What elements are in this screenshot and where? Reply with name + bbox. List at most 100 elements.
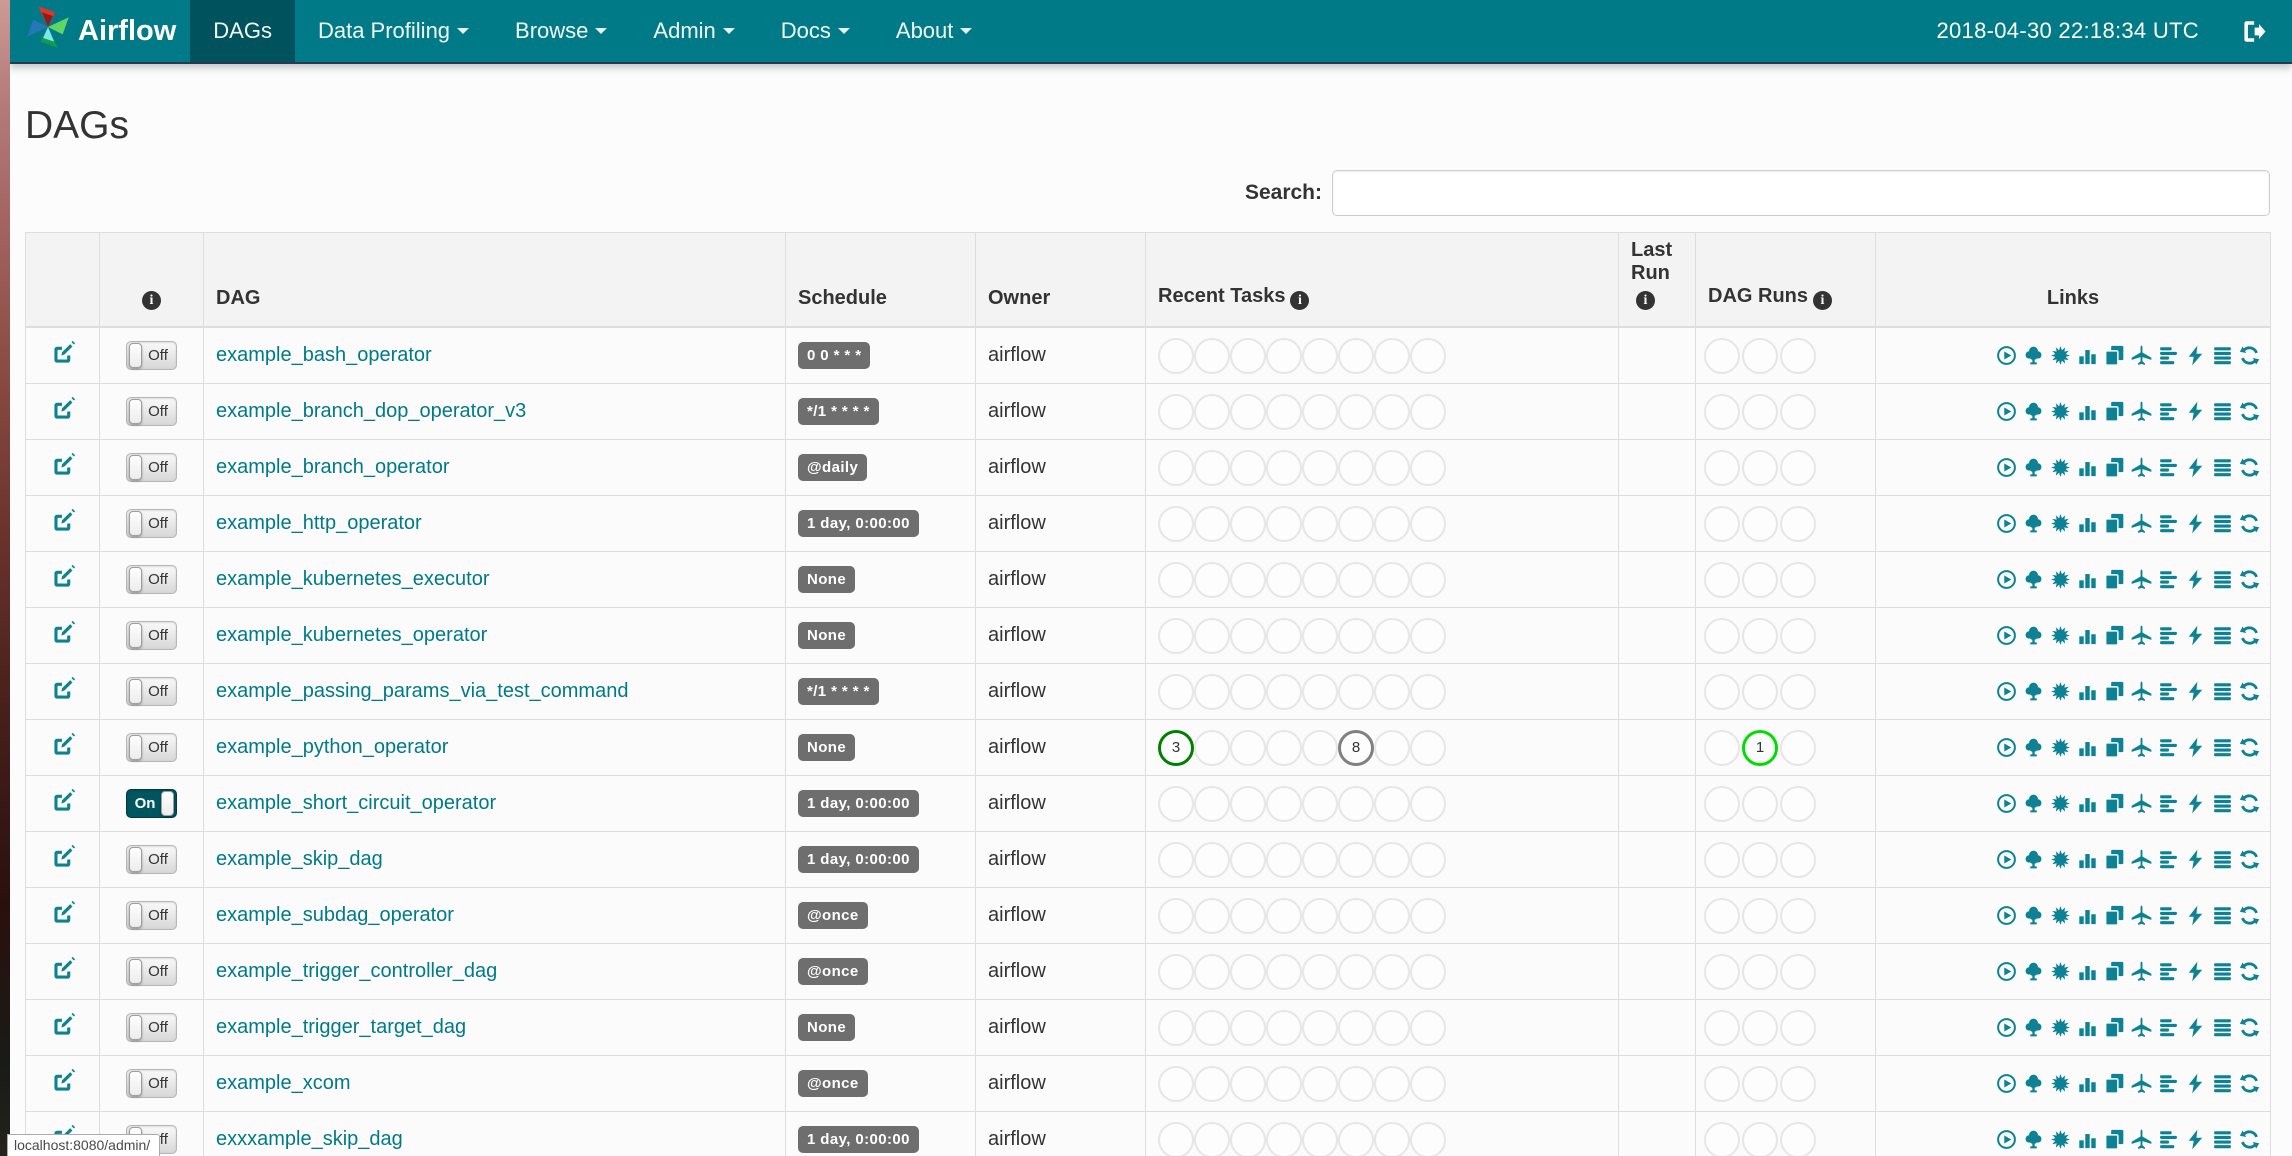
- task-tries-icon[interactable]: [2104, 1073, 2125, 1095]
- code-view-icon[interactable]: [2185, 1017, 2206, 1038]
- task-tries-icon[interactable]: [2104, 625, 2125, 647]
- edit-dag-icon[interactable]: [50, 1012, 76, 1038]
- task-duration-icon[interactable]: [2077, 401, 2098, 422]
- refresh-icon[interactable]: [2239, 681, 2260, 702]
- task-tries-icon[interactable]: [2104, 513, 2125, 535]
- landing-times-icon[interactable]: [2131, 737, 2152, 758]
- refresh-icon[interactable]: [2239, 625, 2260, 646]
- brand-link[interactable]: Airflow: [10, 0, 190, 62]
- dag-link[interactable]: example_subdag_operator: [216, 904, 454, 926]
- refresh-icon[interactable]: [2239, 737, 2260, 758]
- refresh-icon[interactable]: [2239, 1073, 2260, 1094]
- gantt-view-icon[interactable]: [2158, 737, 2179, 758]
- task-duration-icon[interactable]: [2077, 1017, 2098, 1038]
- gantt-view-icon[interactable]: [2158, 457, 2179, 478]
- task-duration-icon[interactable]: [2077, 681, 2098, 702]
- trigger-dag-icon[interactable]: [1996, 1017, 2017, 1038]
- graph-view-icon[interactable]: [2050, 569, 2071, 590]
- logs-icon[interactable]: [2212, 1017, 2233, 1038]
- logs-icon[interactable]: [2212, 737, 2233, 758]
- task-duration-icon[interactable]: [2077, 457, 2098, 478]
- dag-link[interactable]: example_trigger_controller_dag: [216, 960, 497, 982]
- edit-dag-icon[interactable]: [50, 508, 76, 534]
- dag-link[interactable]: example_branch_dop_operator_v3: [216, 400, 526, 422]
- trigger-dag-icon[interactable]: [1996, 681, 2017, 702]
- code-view-icon[interactable]: [2185, 513, 2206, 534]
- gantt-view-icon[interactable]: [2158, 793, 2179, 814]
- landing-times-icon[interactable]: [2131, 961, 2152, 982]
- dag-pause-toggle[interactable]: Off: [126, 677, 177, 706]
- trigger-dag-icon[interactable]: [1996, 457, 2017, 478]
- edit-dag-icon[interactable]: [50, 1068, 76, 1094]
- landing-times-icon[interactable]: [2131, 625, 2152, 646]
- edit-dag-icon[interactable]: [50, 900, 76, 926]
- dag-link[interactable]: example_trigger_target_dag: [216, 1016, 466, 1038]
- edit-dag-icon[interactable]: [50, 788, 76, 814]
- dag-run-state-circle[interactable]: 1: [1742, 729, 1778, 766]
- gantt-view-icon[interactable]: [2158, 1129, 2179, 1150]
- edit-dag-icon[interactable]: [50, 676, 76, 702]
- tree-view-icon[interactable]: [2023, 905, 2044, 926]
- code-view-icon[interactable]: [2185, 793, 2206, 814]
- task-duration-icon[interactable]: [2077, 849, 2098, 870]
- logs-icon[interactable]: [2212, 1073, 2233, 1094]
- refresh-icon[interactable]: [2239, 905, 2260, 926]
- refresh-icon[interactable]: [2239, 569, 2260, 590]
- dag-pause-toggle[interactable]: Off: [126, 397, 177, 426]
- landing-times-icon[interactable]: [2131, 569, 2152, 590]
- refresh-icon[interactable]: [2239, 457, 2260, 478]
- tree-view-icon[interactable]: [2023, 961, 2044, 982]
- trigger-dag-icon[interactable]: [1996, 1129, 2017, 1150]
- trigger-dag-icon[interactable]: [1996, 905, 2017, 926]
- dag-link[interactable]: example_http_operator: [216, 512, 422, 534]
- code-view-icon[interactable]: [2185, 961, 2206, 982]
- task-tries-icon[interactable]: [2104, 849, 2125, 871]
- search-input[interactable]: [1332, 170, 2270, 216]
- trigger-dag-icon[interactable]: [1996, 513, 2017, 534]
- nav-item-about[interactable]: About: [873, 0, 996, 62]
- task-tries-icon[interactable]: [2104, 1017, 2125, 1039]
- edit-dag-icon[interactable]: [50, 732, 76, 758]
- tree-view-icon[interactable]: [2023, 569, 2044, 590]
- landing-times-icon[interactable]: [2131, 457, 2152, 478]
- trigger-dag-icon[interactable]: [1996, 401, 2017, 422]
- tree-view-icon[interactable]: [2023, 793, 2044, 814]
- refresh-icon[interactable]: [2239, 1017, 2260, 1038]
- landing-times-icon[interactable]: [2131, 1073, 2152, 1094]
- task-duration-icon[interactable]: [2077, 513, 2098, 534]
- task-duration-icon[interactable]: [2077, 1129, 2098, 1150]
- dag-pause-toggle[interactable]: Off: [126, 901, 177, 930]
- code-view-icon[interactable]: [2185, 625, 2206, 646]
- tree-view-icon[interactable]: [2023, 625, 2044, 646]
- task-duration-icon[interactable]: [2077, 961, 2098, 982]
- graph-view-icon[interactable]: [2050, 793, 2071, 814]
- logs-icon[interactable]: [2212, 513, 2233, 534]
- tree-view-icon[interactable]: [2023, 1017, 2044, 1038]
- task-duration-icon[interactable]: [2077, 1073, 2098, 1094]
- gantt-view-icon[interactable]: [2158, 625, 2179, 646]
- dag-link[interactable]: exxxample_skip_dag: [216, 1128, 403, 1150]
- dag-pause-toggle[interactable]: Off: [126, 1013, 177, 1042]
- code-view-icon[interactable]: [2185, 457, 2206, 478]
- gantt-view-icon[interactable]: [2158, 1073, 2179, 1094]
- code-view-icon[interactable]: [2185, 681, 2206, 702]
- recent-task-state-circle[interactable]: 8: [1338, 729, 1374, 766]
- dag-link[interactable]: example_branch_operator: [216, 456, 450, 478]
- code-view-icon[interactable]: [2185, 849, 2206, 870]
- tree-view-icon[interactable]: [2023, 737, 2044, 758]
- tree-view-icon[interactable]: [2023, 1129, 2044, 1150]
- tree-view-icon[interactable]: [2023, 401, 2044, 422]
- trigger-dag-icon[interactable]: [1996, 569, 2017, 590]
- landing-times-icon[interactable]: [2131, 793, 2152, 814]
- gantt-view-icon[interactable]: [2158, 1017, 2179, 1038]
- logout-icon[interactable]: [2239, 18, 2266, 45]
- landing-times-icon[interactable]: [2131, 401, 2152, 422]
- refresh-icon[interactable]: [2239, 849, 2260, 870]
- gantt-view-icon[interactable]: [2158, 849, 2179, 870]
- graph-view-icon[interactable]: [2050, 513, 2071, 534]
- refresh-icon[interactable]: [2239, 793, 2260, 814]
- graph-view-icon[interactable]: [2050, 345, 2071, 366]
- graph-view-icon[interactable]: [2050, 961, 2071, 982]
- logs-icon[interactable]: [2212, 401, 2233, 422]
- code-view-icon[interactable]: [2185, 1073, 2206, 1094]
